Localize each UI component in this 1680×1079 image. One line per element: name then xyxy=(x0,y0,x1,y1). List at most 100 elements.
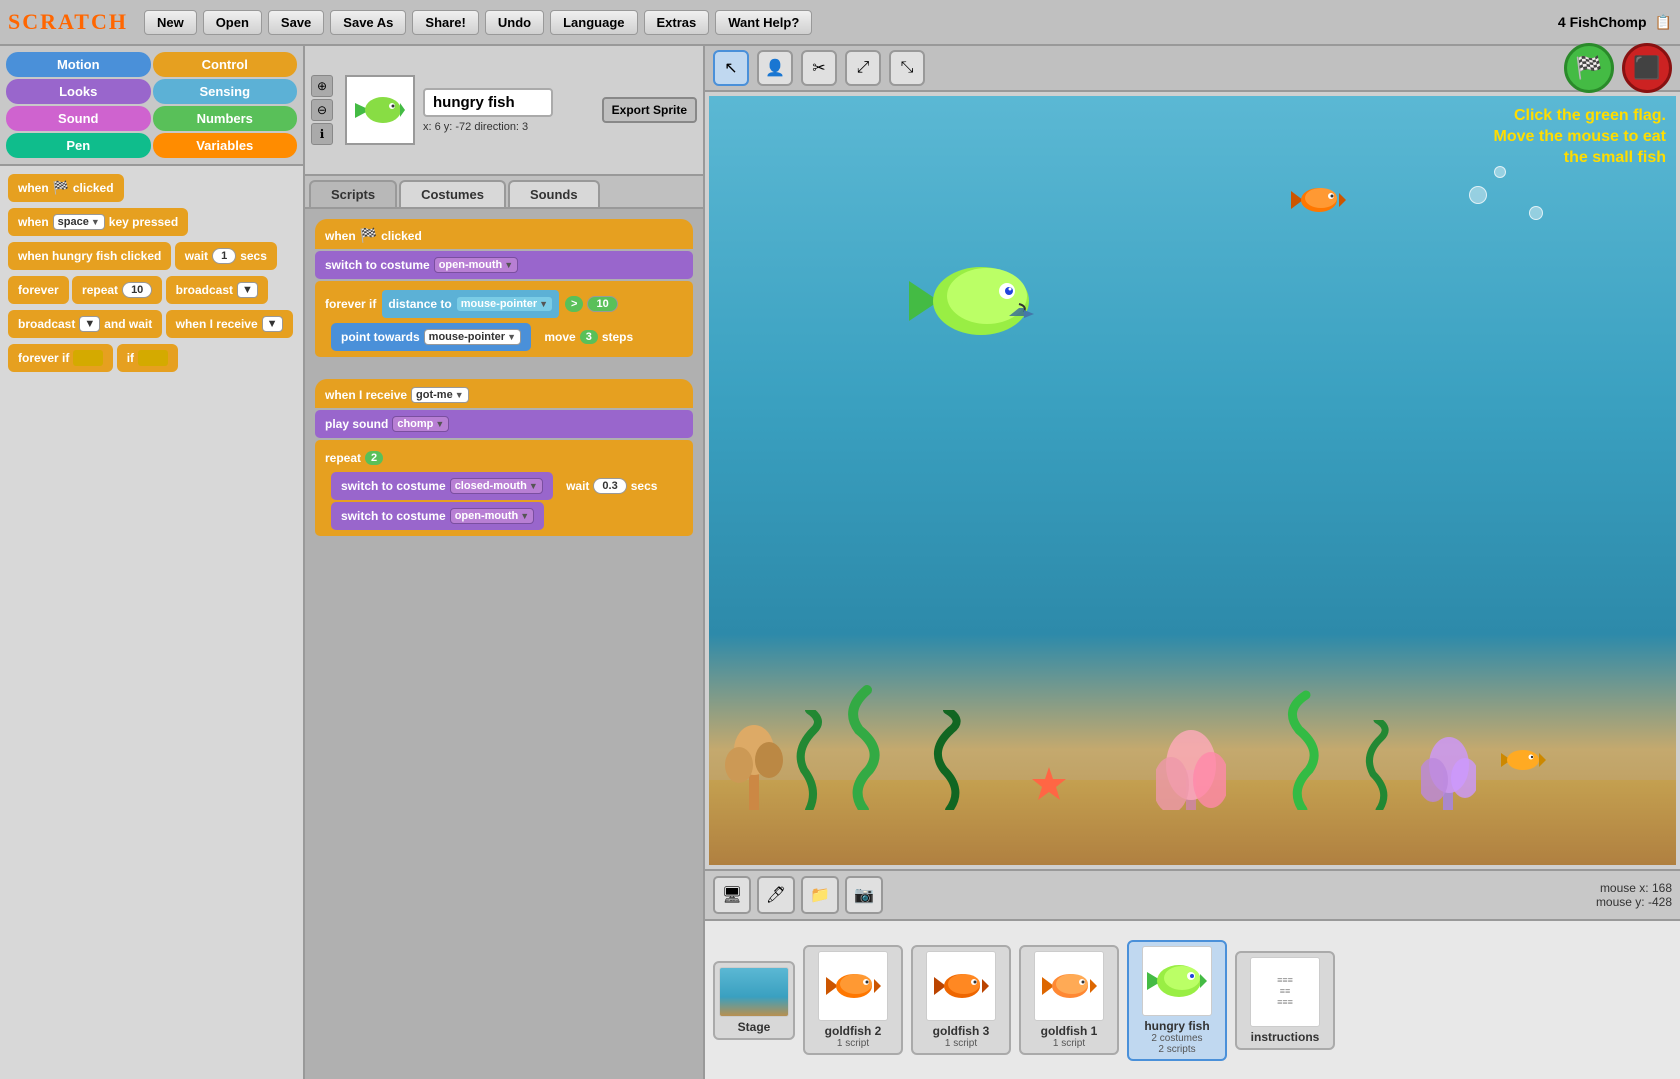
stage-tool-paint[interactable]: 🖊 xyxy=(757,876,795,914)
sprite-name-input[interactable]: hungry fish xyxy=(423,88,553,117)
stage-instruction: Click the green flag.Move the mouse to e… xyxy=(1494,106,1666,168)
green-flag-button[interactable]: 🏁 xyxy=(1564,43,1614,93)
scripts-area[interactable]: when 🏁 clicked switch to costume open-mo… xyxy=(305,209,703,1079)
sprite-header: ⊕ ⊖ ℹ hungry fish x: 6 y: -72 direction:… xyxy=(305,46,703,176)
center-panel: ⊕ ⊖ ℹ hungry fish x: 6 y: -72 direction:… xyxy=(305,46,705,1079)
block-wait[interactable]: wait 1 secs xyxy=(175,242,277,270)
block-switch-open[interactable]: switch to costume open-mouth ▼ xyxy=(331,502,544,530)
sprite-card-goldfish3[interactable]: goldfish 3 1 script xyxy=(911,945,1011,1055)
sprite-coords: x: 6 y: -72 direction: 3 xyxy=(423,121,594,133)
sprite-thumb-hungry-fish xyxy=(1142,946,1212,1016)
undo-button[interactable]: Undo xyxy=(485,10,544,35)
sprite-card-instructions[interactable]: ≡≡≡≡≡≡≡≡ instructions xyxy=(1235,951,1335,1050)
block-wait-03[interactable]: wait 0.3 secs xyxy=(556,472,667,500)
sprite-label-goldfish2: goldfish 2 xyxy=(825,1024,882,1038)
block-switch-closed[interactable]: switch to costume closed-mouth ▼ xyxy=(331,472,553,500)
save-as-button[interactable]: Save As xyxy=(330,10,406,35)
sprite-controls: ⊕ ⊖ ℹ xyxy=(311,75,333,145)
tab-sounds[interactable]: Sounds xyxy=(508,180,600,207)
block-forever-if-header[interactable]: forever if distance to mouse-pointer ▼ >… xyxy=(315,285,628,323)
category-sound[interactable]: Sound xyxy=(6,106,151,131)
category-control[interactable]: Control xyxy=(153,52,298,77)
sprite-tray: Stage goldfish 2 1 script xyxy=(705,919,1680,1079)
sprite-shrink-btn[interactable]: ⊖ xyxy=(311,99,333,121)
starfish xyxy=(1029,765,1069,805)
shrink-tool[interactable]: ⤡ xyxy=(889,50,925,86)
stage-canvas[interactable]: Click the green flag.Move the mouse to e… xyxy=(709,96,1676,865)
block-point-towards[interactable]: point towards mouse-pointer ▼ xyxy=(331,323,531,351)
block-forever[interactable]: forever xyxy=(8,276,69,304)
export-sprite-button[interactable]: Export Sprite xyxy=(602,97,697,123)
block-when-flag-clicked[interactable]: when 🏁 clicked xyxy=(315,219,693,249)
help-button[interactable]: Want Help? xyxy=(715,10,812,35)
hungry-fish-sprite xyxy=(909,256,1039,346)
project-icon: 📋 xyxy=(1655,14,1672,31)
stage-controls: ↖ 👤 ✂ ⤢ ⤡ 🏁 ⬛ xyxy=(705,46,1680,92)
category-looks[interactable]: Looks xyxy=(6,79,151,104)
stage-thumb xyxy=(719,967,789,1017)
tab-scripts[interactable]: Scripts xyxy=(309,180,397,207)
category-motion[interactable]: Motion xyxy=(6,52,151,77)
stop-button[interactable]: ⬛ xyxy=(1622,43,1672,93)
tab-costumes[interactable]: Costumes xyxy=(399,180,506,207)
new-button[interactable]: New xyxy=(144,10,197,35)
sprite-sub-goldfish2: 1 script xyxy=(837,1038,869,1049)
block-repeat[interactable]: repeat 10 xyxy=(72,276,162,304)
block-when-receive-got-me[interactable]: when I receive got-me ▼ xyxy=(315,379,693,408)
stage-tool-camera[interactable]: 📷 xyxy=(845,876,883,914)
scratch-logo: SCRATCH xyxy=(8,9,128,35)
share-button[interactable]: Share! xyxy=(412,10,478,35)
category-numbers[interactable]: Numbers xyxy=(153,106,298,131)
expand-tool[interactable]: ⤢ xyxy=(845,50,881,86)
blocks-list: when 🏁 clicked when space ▼ key pressed … xyxy=(0,166,303,1079)
mouse-x-value: 168 xyxy=(1652,881,1672,895)
topbar: SCRATCH New Open Save Save As Share! Und… xyxy=(0,0,1680,46)
block-play-sound[interactable]: play sound chomp ▼ xyxy=(315,410,693,438)
sprite-grow-btn[interactable]: ⊕ xyxy=(311,75,333,97)
stage-card[interactable]: Stage xyxy=(713,961,795,1040)
extras-button[interactable]: Extras xyxy=(644,10,710,35)
sprite-card-goldfish1[interactable]: goldfish 1 1 script xyxy=(1019,945,1119,1055)
person-tool[interactable]: 👤 xyxy=(757,50,793,86)
seaweed-3 xyxy=(929,710,969,810)
block-repeat-header[interactable]: repeat 2 xyxy=(315,444,393,472)
right-panel: ↖ 👤 ✂ ⤢ ⤡ 🏁 ⬛ Click the green flag.Move … xyxy=(705,46,1680,1079)
sprite-thumbnail xyxy=(345,75,415,145)
block-when-key[interactable]: when space ▼ key pressed xyxy=(8,208,188,236)
sprite-card-goldfish2[interactable]: goldfish 2 1 script xyxy=(803,945,903,1055)
category-sensing[interactable]: Sensing xyxy=(153,79,298,104)
project-name: 4 FishChomp xyxy=(1558,14,1647,30)
stage-tool-folder[interactable]: 📁 xyxy=(801,876,839,914)
sprite-thumb-goldfish1 xyxy=(1034,951,1104,1021)
block-when-sprite-clicked[interactable]: when hungry fish clicked xyxy=(8,242,171,270)
save-button[interactable]: Save xyxy=(268,10,324,35)
sprite-card-hungry-fish[interactable]: hungry fish 2 costumes2 scripts xyxy=(1127,940,1227,1061)
block-broadcast-wait[interactable]: broadcast ▼ and wait xyxy=(8,310,162,338)
sprite-thumb-goldfish3 xyxy=(926,951,996,1021)
block-when-clicked[interactable]: when 🏁 clicked xyxy=(8,174,124,202)
block-switch-costume-1[interactable]: switch to costume open-mouth ▼ xyxy=(315,251,693,279)
sprite-thumb-instructions: ≡≡≡≡≡≡≡≡ xyxy=(1250,957,1320,1027)
cursor-tool[interactable]: ↖ xyxy=(713,50,749,86)
block-when-receive[interactable]: when I receive ▼ xyxy=(166,310,293,338)
stage-toolbar: 🖥 🖊 📁 📷 mouse x: 168 mouse y: -428 xyxy=(705,869,1680,919)
mouse-y-value: -428 xyxy=(1648,895,1672,909)
bubble xyxy=(1494,166,1506,178)
block-move-steps[interactable]: move 3 steps xyxy=(534,323,643,351)
scissors-tool[interactable]: ✂ xyxy=(801,50,837,86)
bubble xyxy=(1469,186,1487,204)
script-group-2: when I receive got-me ▼ play sound chomp… xyxy=(315,379,693,538)
language-button[interactable]: Language xyxy=(550,10,637,35)
mouse-coordinates: mouse x: 168 mouse y: -428 xyxy=(1596,881,1672,909)
block-broadcast[interactable]: broadcast ▼ xyxy=(166,276,268,304)
category-pen[interactable]: Pen xyxy=(6,133,151,158)
category-variables[interactable]: Variables xyxy=(153,133,298,158)
sprite-info-btn[interactable]: ℹ xyxy=(311,123,333,145)
stage-tool-screen[interactable]: 🖥 xyxy=(713,876,751,914)
seaweed-4 xyxy=(1281,690,1326,810)
block-forever-if[interactable]: forever if xyxy=(8,344,113,372)
open-button[interactable]: Open xyxy=(203,10,262,35)
sprite-info: hungry fish x: 6 y: -72 direction: 3 xyxy=(423,88,594,133)
block-if[interactable]: if xyxy=(117,344,178,372)
mouse-y-label: mouse y: xyxy=(1596,895,1645,909)
